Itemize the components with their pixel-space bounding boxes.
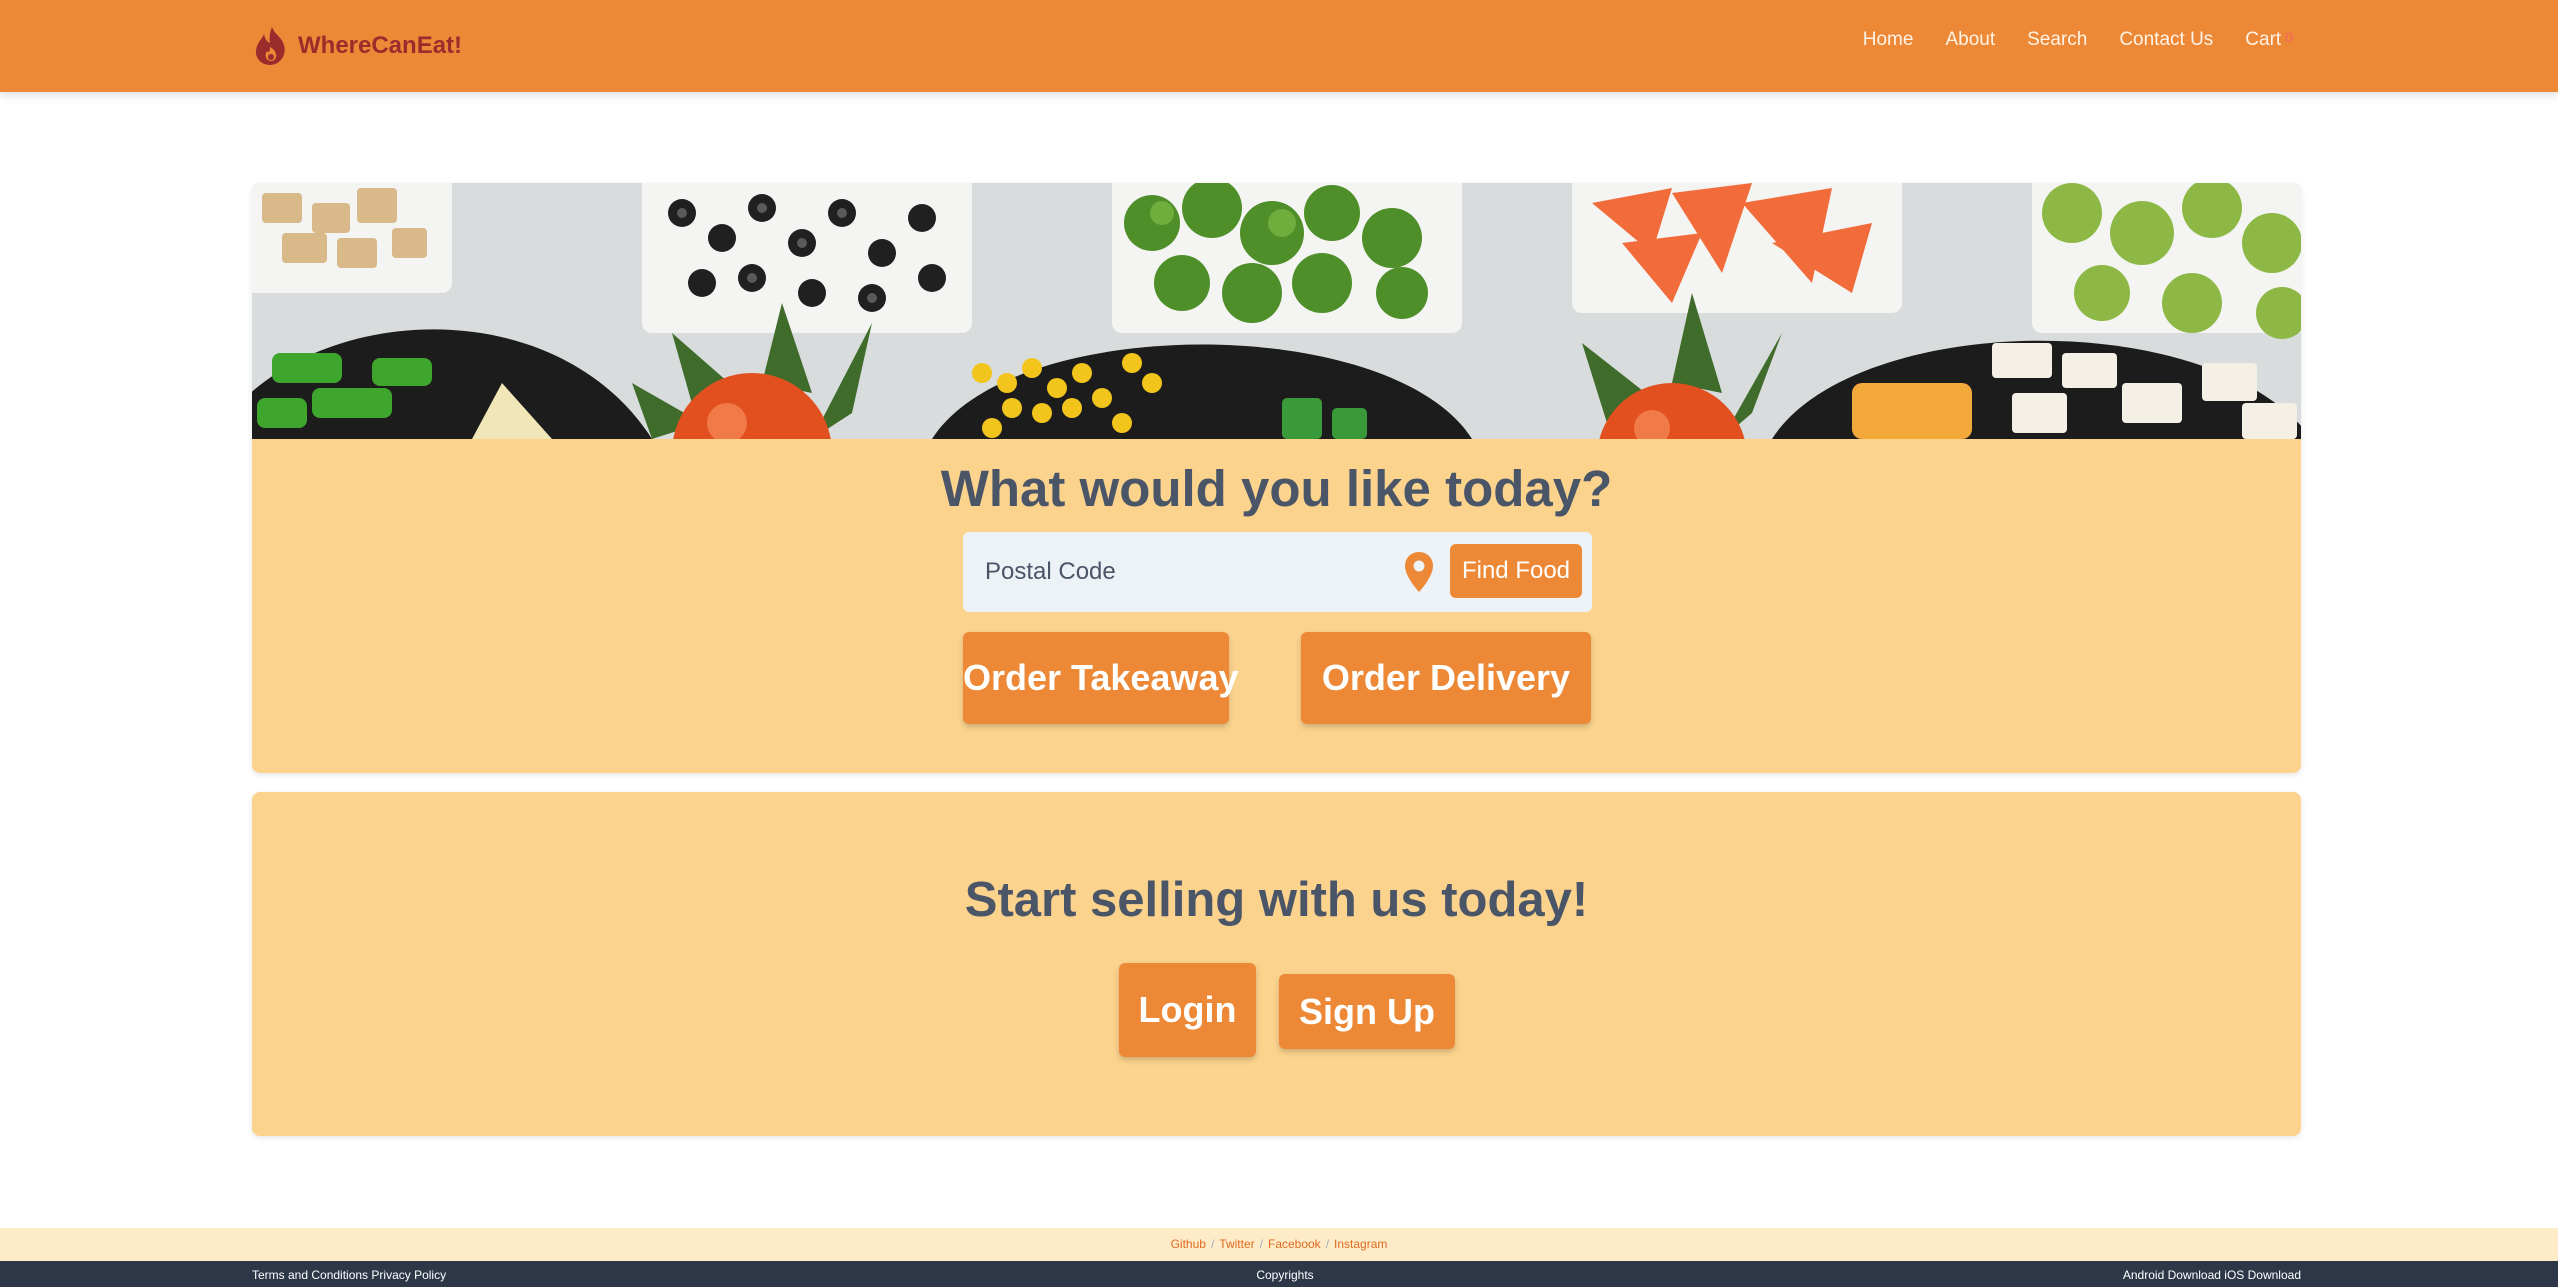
separator: / — [1259, 1237, 1263, 1251]
navbar: WhereCanEat! Home About Search Contact U… — [0, 0, 2558, 92]
twitter-link[interactable]: Twitter — [1219, 1237, 1254, 1251]
github-link[interactable]: Github — [1171, 1237, 1206, 1251]
login-button[interactable]: Login — [1119, 963, 1256, 1057]
hero-card: What would you like today? Find Food Ord… — [252, 183, 2301, 773]
nav-cart[interactable]: Cart 0 — [2229, 27, 2293, 53]
nav-search[interactable]: Search — [2011, 27, 2103, 53]
postal-code-search-box: Find Food — [963, 532, 1592, 612]
postal-code-input[interactable] — [985, 549, 1365, 595]
flame-logo-icon — [255, 27, 285, 65]
nav-about[interactable]: About — [1929, 27, 2011, 53]
nav-contact-us[interactable]: Contact Us — [2103, 27, 2229, 53]
cart-count-badge: 0 — [2285, 29, 2293, 45]
nav-links: Home About Search Contact Us Cart 0 — [1847, 27, 2293, 53]
separator: / — [1325, 1237, 1330, 1251]
footer-bottom-bar: Terms and Conditions Privacy Policy Copy… — [0, 1261, 2558, 1287]
brand-name: WhereCanEat! — [298, 32, 463, 59]
instagram-link[interactable]: Instagram — [1334, 1237, 1387, 1251]
seller-card: Start selling with us today! Login Sign … — [252, 792, 2301, 1136]
food-banner-image — [252, 183, 2301, 439]
seller-title: Start selling with us today! — [964, 873, 1589, 927]
sign-up-button[interactable]: Sign Up — [1279, 974, 1455, 1049]
nav-cart-label: Cart — [2245, 29, 2282, 50]
order-takeaway-button[interactable]: Order Takeaway — [963, 632, 1238, 724]
hero-title: What would you like today? — [940, 460, 1613, 517]
facebook-link[interactable]: Facebook — [1268, 1237, 1321, 1251]
nav-home[interactable]: Home — [1847, 27, 1930, 53]
ios-download-link[interactable]: iOS Download — [2224, 1268, 2301, 1282]
order-delivery-button[interactable]: Order Delivery — [1301, 632, 1591, 724]
footer-social-links: Github / Twitter / Facebook / Instagram — [0, 1228, 2558, 1261]
map-pin-icon[interactable] — [1403, 550, 1435, 594]
find-food-button[interactable]: Find Food — [1450, 544, 1582, 598]
footer-download-links: Android Download iOS Download — [2123, 1268, 2301, 1282]
separator: / — [1210, 1237, 1215, 1251]
brand-link[interactable]: WhereCanEat! — [252, 24, 462, 68]
android-download-link[interactable]: Android Download — [2123, 1268, 2221, 1282]
